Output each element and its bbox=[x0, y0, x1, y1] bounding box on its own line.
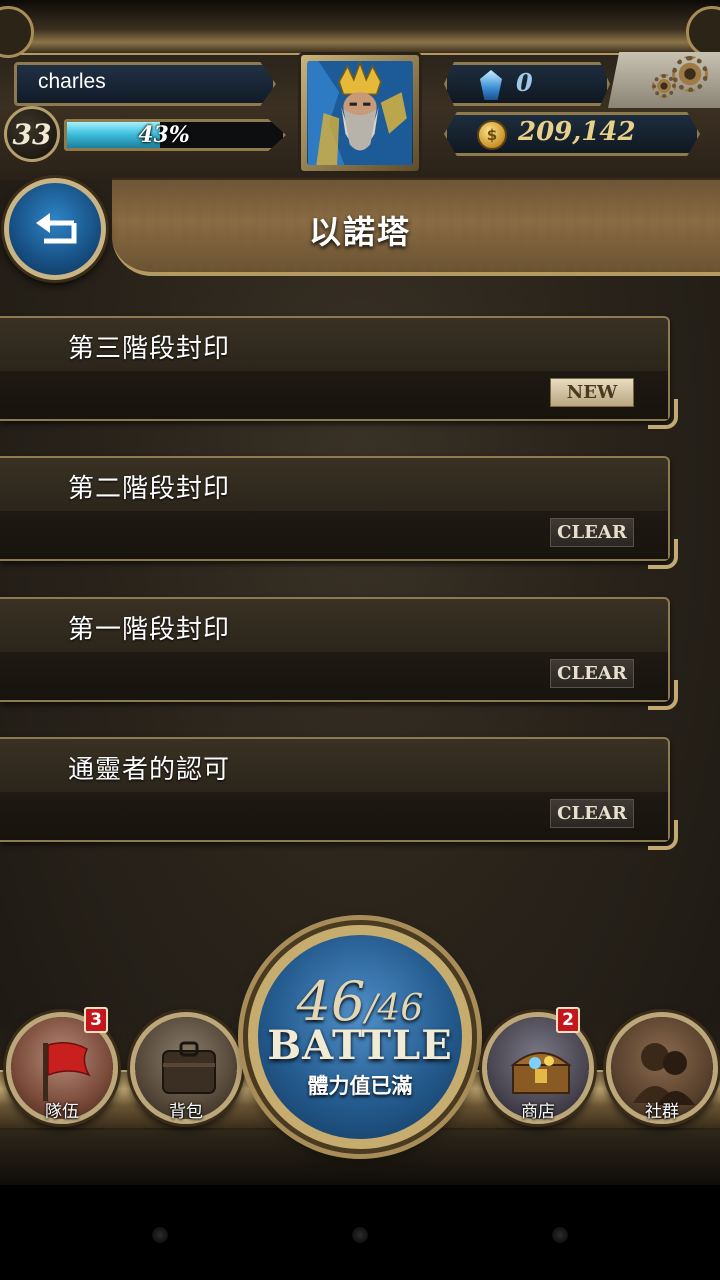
shop-label: 商店 bbox=[521, 1102, 555, 1122]
coin-icon: $ bbox=[477, 120, 507, 150]
leader-avatar-icon bbox=[308, 61, 412, 165]
stage-name: 通靈者的認可 bbox=[68, 755, 231, 785]
level-badge: 33 bbox=[4, 106, 60, 162]
treasure-chest-icon bbox=[510, 1052, 572, 1094]
stage-status-badge: NEW bbox=[550, 378, 634, 407]
stage-name: 第二階段封印 bbox=[68, 474, 231, 504]
stage-name: 第一階段封印 bbox=[68, 615, 231, 645]
stage-item[interactable]: 通靈者的認可 CLEAR bbox=[0, 737, 678, 850]
leader-avatar bbox=[307, 61, 413, 165]
back-button[interactable] bbox=[4, 178, 106, 280]
exp-percent: 43% bbox=[138, 122, 190, 148]
stage-corner-ornament bbox=[648, 539, 678, 569]
player-name: charles bbox=[38, 70, 106, 93]
stage-item[interactable]: 第二階段封印 CLEAR bbox=[0, 456, 678, 569]
gear-small-icon bbox=[652, 74, 676, 98]
backpack-icon bbox=[162, 1041, 216, 1094]
stage-status-badge: CLEAR bbox=[550, 518, 634, 547]
battle-label: BATTLE bbox=[267, 1022, 453, 1069]
stage-item[interactable]: 第三階段封印 NEW bbox=[0, 316, 678, 429]
stamina-status: 體力值已滿 bbox=[307, 1074, 413, 1098]
shop-notification-badge: 2 bbox=[556, 1007, 580, 1033]
stage-corner-ornament bbox=[648, 399, 678, 429]
team-notification-badge: 3 bbox=[84, 1007, 108, 1033]
game-screen: charles 43% 33 0 $ 209,142 以諾塔 第三階段封印 NE… bbox=[0, 0, 720, 1185]
page-title: 以諾塔 bbox=[308, 213, 411, 251]
stage-corner-ornament bbox=[648, 680, 678, 710]
stage-item[interactable]: 第一階段封印 CLEAR bbox=[0, 597, 678, 710]
recents-key-icon[interactable] bbox=[552, 1227, 568, 1243]
home-key-icon[interactable] bbox=[352, 1227, 368, 1243]
status-bar: charles 43% 33 0 $ 209,142 bbox=[0, 0, 720, 180]
gear-icon bbox=[672, 56, 708, 92]
back-key-icon[interactable] bbox=[152, 1227, 168, 1243]
flag-icon bbox=[43, 1042, 91, 1101]
stage-corner-ornament bbox=[648, 820, 678, 850]
stage-status-badge: CLEAR bbox=[550, 659, 634, 688]
gem-count: 0 bbox=[516, 68, 533, 97]
back-arrow-icon bbox=[36, 213, 77, 244]
bag-label: 背包 bbox=[169, 1102, 203, 1122]
team-label: 隊伍 bbox=[45, 1102, 79, 1122]
stage-status-badge: CLEAR bbox=[550, 799, 634, 828]
leader-portrait[interactable] bbox=[298, 52, 422, 174]
top-ornament bbox=[0, 0, 720, 58]
social-label: 社群 bbox=[645, 1102, 679, 1122]
stage-name: 第三階段封印 bbox=[68, 334, 231, 364]
coin-count: 209,142 bbox=[518, 117, 636, 147]
